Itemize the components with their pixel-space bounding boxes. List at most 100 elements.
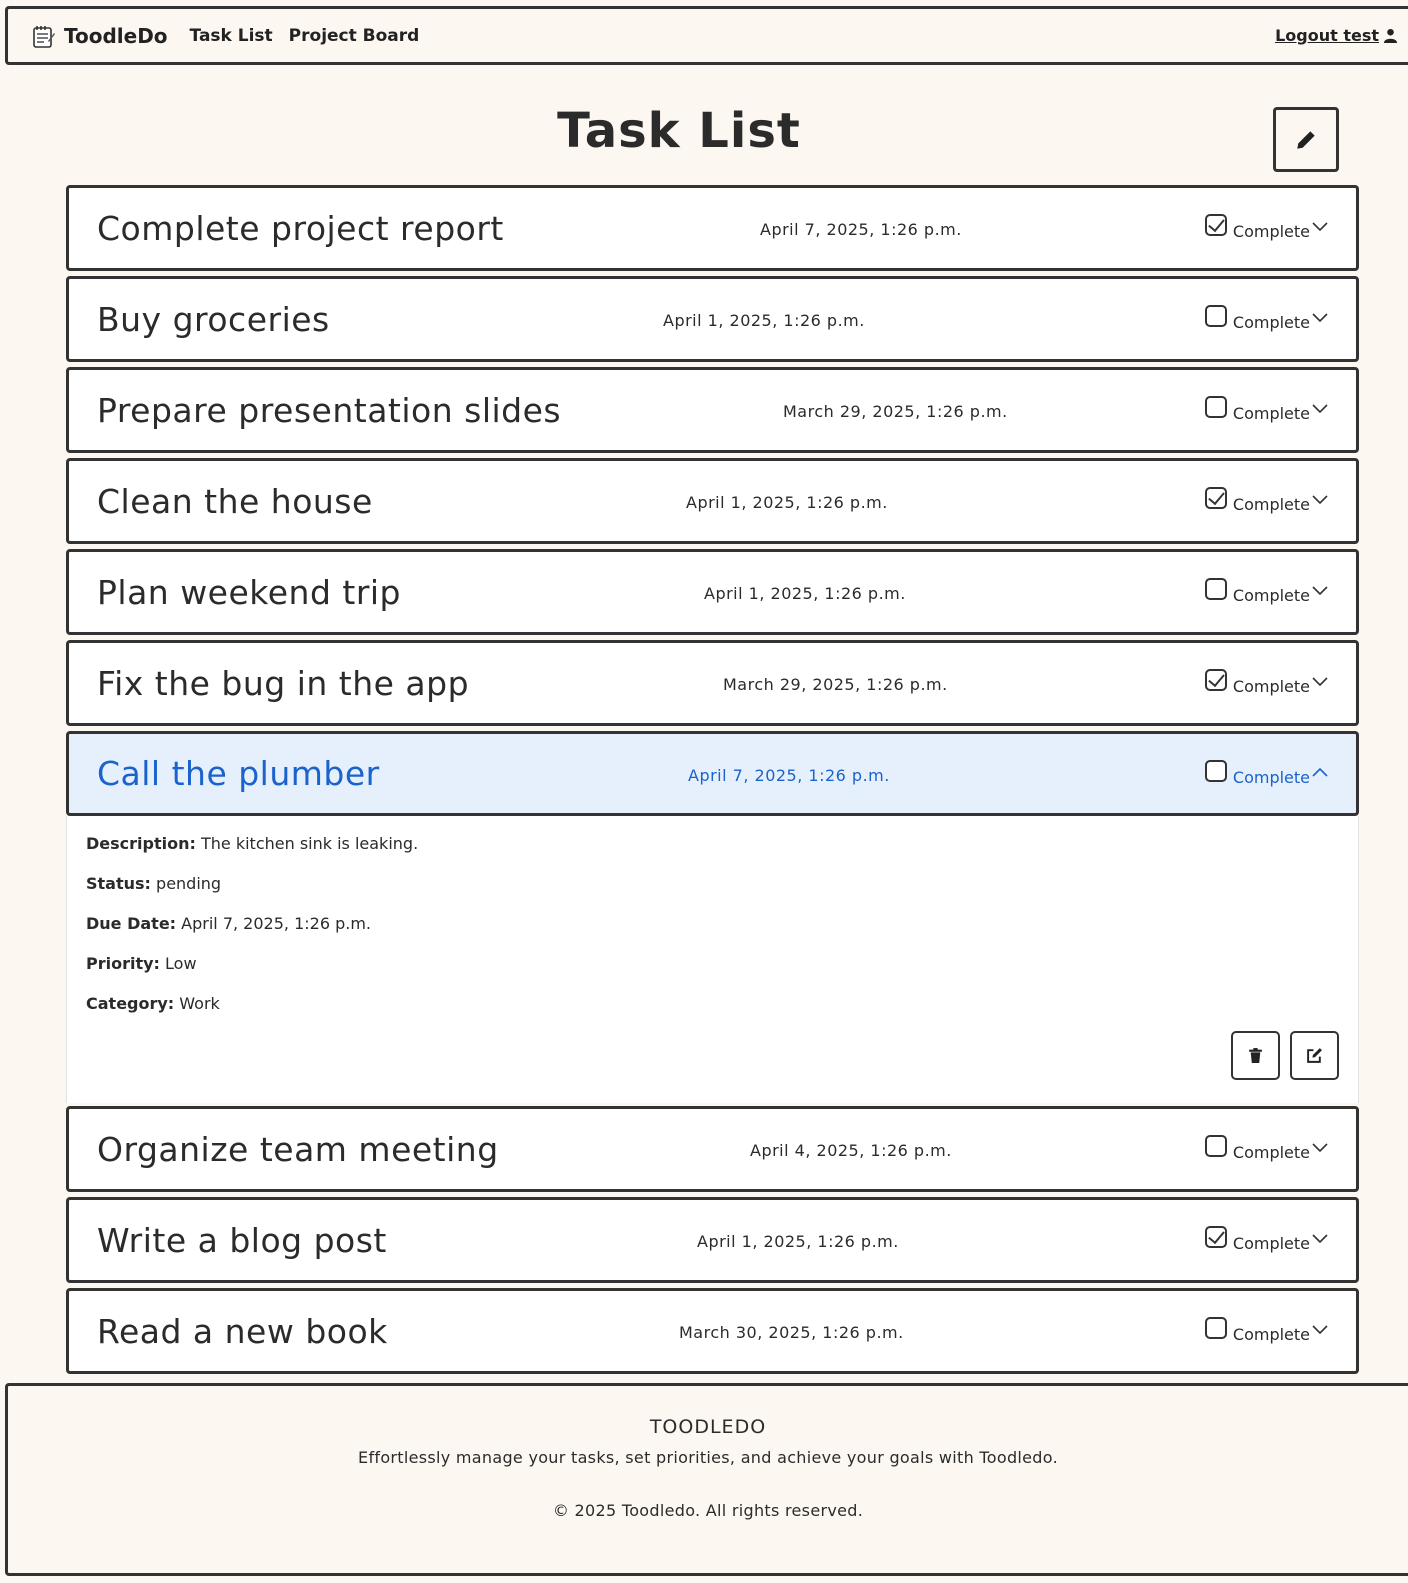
task-date: April 1, 2025, 1:26 p.m. xyxy=(686,493,888,512)
footer-copyright: © 2025 Toodledo. All rights reserved. xyxy=(552,1501,864,1520)
task-date: April 1, 2025, 1:26 p.m. xyxy=(663,311,865,330)
complete-checkbox[interactable] xyxy=(1204,1317,1227,1339)
footer-title: TOODLEDO xyxy=(649,1416,767,1438)
nav-task-list[interactable]: Task List xyxy=(190,26,273,46)
complete-label: Complete xyxy=(1232,313,1310,332)
task-row[interactable]: Read a new book March 30, 2025, 1:26 p.m… xyxy=(66,1288,1359,1374)
task-row[interactable]: Buy groceries April 1, 2025, 1:26 p.m. C… xyxy=(66,276,1359,362)
task-date: April 7, 2025, 1:26 p.m. xyxy=(688,766,890,785)
chevron-down-icon[interactable] xyxy=(1312,673,1328,689)
complete-control: Complete xyxy=(1204,396,1328,423)
complete-label: Complete xyxy=(1232,222,1310,241)
footer-tagline: Effortlessly manage your tasks, set prio… xyxy=(358,1448,1058,1467)
task-title: Clean the house xyxy=(97,481,373,521)
delete-task-button[interactable] xyxy=(1231,1031,1280,1080)
complete-label: Complete xyxy=(1232,586,1310,605)
task-date: April 1, 2025, 1:26 p.m. xyxy=(704,584,906,603)
detail-description: Description: The kitchen sink is leaking… xyxy=(86,834,1358,855)
task-row[interactable]: Clean the house April 1, 2025, 1:26 p.m.… xyxy=(66,458,1359,544)
complete-control: Complete xyxy=(1204,1135,1328,1162)
complete-control: Complete xyxy=(1204,1317,1328,1344)
task-title: Buy groceries xyxy=(97,299,330,339)
complete-control: Complete xyxy=(1204,578,1328,605)
chevron-down-icon[interactable] xyxy=(1312,1321,1328,1337)
detail-value: April 7, 2025, 1:26 p.m. xyxy=(181,914,371,933)
complete-control: Complete xyxy=(1204,487,1328,514)
task-date: March 30, 2025, 1:26 p.m. xyxy=(679,1323,904,1342)
detail-category: Category: Work xyxy=(86,994,1358,1015)
detail-actions xyxy=(1231,1031,1339,1080)
task-details: Description: The kitchen sink is leaking… xyxy=(66,816,1359,1103)
chevron-down-icon[interactable] xyxy=(1312,582,1328,598)
complete-checkbox[interactable] xyxy=(1204,1226,1227,1248)
complete-checkbox[interactable] xyxy=(1204,669,1227,691)
complete-checkbox[interactable] xyxy=(1204,487,1227,509)
complete-checkbox[interactable] xyxy=(1204,396,1227,418)
task-row[interactable]: Prepare presentation slides March 29, 20… xyxy=(66,367,1359,453)
complete-checkbox[interactable] xyxy=(1204,305,1227,327)
task-row[interactable]: Fix the bug in the app March 29, 2025, 1… xyxy=(66,640,1359,726)
complete-label: Complete xyxy=(1232,768,1310,787)
chevron-down-icon[interactable] xyxy=(1312,218,1328,234)
edit-icon xyxy=(1307,1048,1322,1063)
brand-label: ToodleDo xyxy=(64,23,168,48)
complete-control: Complete xyxy=(1204,760,1328,787)
task-row[interactable]: Organize team meeting April 4, 2025, 1:2… xyxy=(66,1106,1359,1192)
task-title: Plan weekend trip xyxy=(97,572,402,612)
chevron-down-icon[interactable] xyxy=(1312,400,1328,416)
task-date: March 29, 2025, 1:26 p.m. xyxy=(723,675,948,694)
complete-label: Complete xyxy=(1232,1234,1310,1253)
task-title: Write a blog post xyxy=(97,1220,387,1260)
task-title: Read a new book xyxy=(97,1311,388,1351)
pencil-icon xyxy=(1297,130,1315,149)
task-title: Call the plumber xyxy=(97,754,380,793)
detail-label: Category: xyxy=(86,994,175,1013)
trash-icon xyxy=(1249,1048,1262,1063)
detail-priority: Priority: Low xyxy=(86,954,1358,975)
detail-value: Low xyxy=(165,954,197,973)
complete-label: Complete xyxy=(1232,677,1310,696)
detail-status: Status: pending xyxy=(86,874,1358,895)
detail-label: Status: xyxy=(86,874,151,893)
detail-value: Work xyxy=(179,994,220,1013)
task-date: April 1, 2025, 1:26 p.m. xyxy=(697,1232,899,1251)
task-row[interactable]: Plan weekend trip April 1, 2025, 1:26 p.… xyxy=(66,549,1359,635)
navbar: ToodleDo Task List Project Board Logout … xyxy=(5,6,1408,65)
brand[interactable]: ToodleDo xyxy=(30,23,168,49)
page-title: Task List xyxy=(557,103,801,159)
complete-label: Complete xyxy=(1232,404,1310,423)
complete-checkbox[interactable] xyxy=(1204,214,1227,236)
detail-label: Due Date: xyxy=(86,914,177,933)
detail-label: Priority: xyxy=(86,954,160,973)
complete-checkbox[interactable] xyxy=(1204,760,1227,782)
complete-control: Complete xyxy=(1204,669,1328,696)
chevron-down-icon[interactable] xyxy=(1312,309,1328,325)
task-row-expanded[interactable]: Call the plumber April 7, 2025, 1:26 p.m… xyxy=(66,731,1359,816)
notepad-icon xyxy=(33,25,55,48)
detail-value: pending xyxy=(156,874,222,893)
complete-label: Complete xyxy=(1232,495,1310,514)
chevron-down-icon[interactable] xyxy=(1312,491,1328,507)
complete-control: Complete xyxy=(1204,1226,1328,1253)
complete-checkbox[interactable] xyxy=(1204,1135,1227,1157)
task-date: March 29, 2025, 1:26 p.m. xyxy=(783,402,1008,421)
detail-due-date: Due Date: April 7, 2025, 1:26 p.m. xyxy=(86,914,1358,935)
complete-control: Complete xyxy=(1204,214,1328,241)
task-row[interactable]: Complete project report April 7, 2025, 1… xyxy=(66,185,1359,271)
logout-link[interactable]: Logout test xyxy=(1275,26,1398,45)
user-icon xyxy=(1383,28,1398,43)
chevron-down-icon[interactable] xyxy=(1312,1139,1328,1155)
complete-checkbox[interactable] xyxy=(1204,578,1227,600)
task-title: Prepare presentation slides xyxy=(97,390,562,430)
chevron-up-icon[interactable] xyxy=(1312,764,1328,780)
task-list: Complete project report April 7, 2025, 1… xyxy=(66,185,1359,1379)
task-title: Fix the bug in the app xyxy=(97,663,470,703)
task-date: April 7, 2025, 1:26 p.m. xyxy=(760,220,962,239)
edit-task-button[interactable] xyxy=(1290,1031,1339,1080)
nav-project-board[interactable]: Project Board xyxy=(289,26,420,46)
detail-label: Description: xyxy=(86,834,196,853)
new-task-button[interactable] xyxy=(1273,107,1339,172)
chevron-down-icon[interactable] xyxy=(1312,1230,1328,1246)
task-row[interactable]: Write a blog post April 1, 2025, 1:26 p.… xyxy=(66,1197,1359,1283)
footer: TOODLEDO Effortlessly manage your tasks,… xyxy=(5,1383,1408,1576)
